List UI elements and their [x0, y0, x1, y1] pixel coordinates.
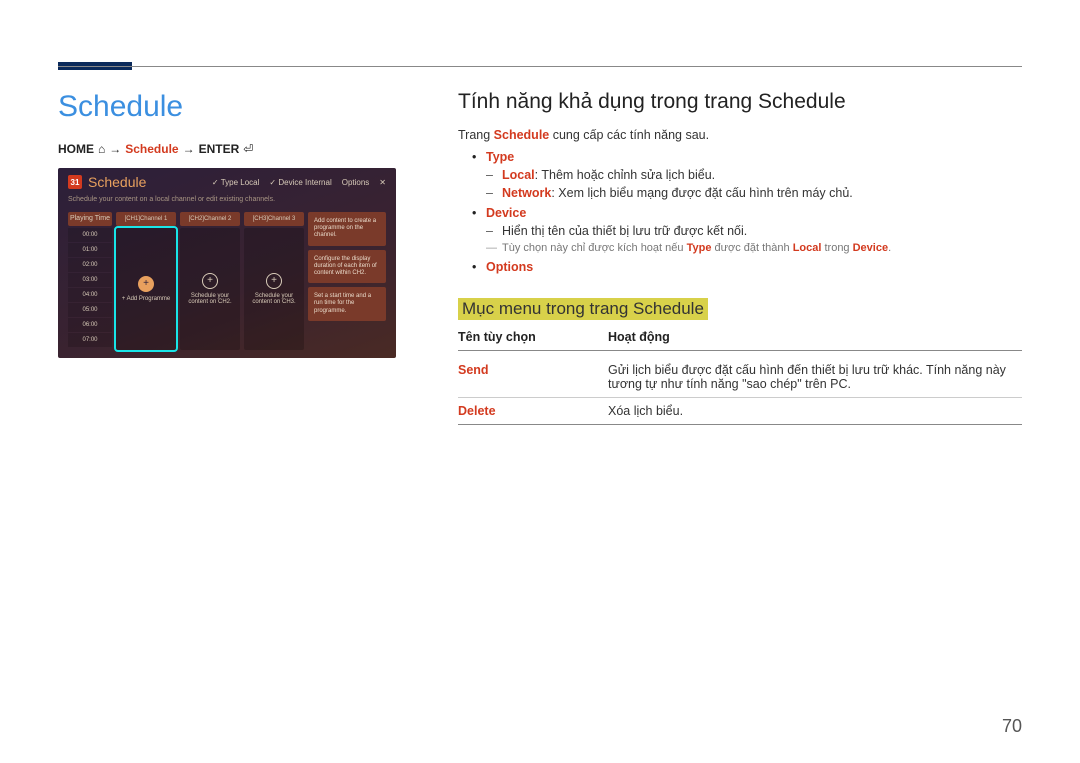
- plus-icon: +: [138, 276, 154, 292]
- network-text: : Xem lịch biểu mạng được đặt cấu hình t…: [551, 186, 852, 200]
- note-device: Device: [853, 242, 888, 254]
- feature-device-line: Hiển thị tên của thiết bị lưu trữ được k…: [486, 224, 1022, 238]
- note-pre: Tùy chọn này chỉ được kích hoạt nếu: [502, 242, 687, 254]
- th-option-name: Tên tùy chọn: [458, 330, 608, 344]
- feature-options-name: Options: [486, 260, 533, 274]
- ss-title: Schedule: [88, 174, 146, 190]
- row-send-name: Send: [458, 363, 608, 391]
- intro-post: cung cấp các tính năng sau.: [549, 128, 709, 142]
- ss-options: Options: [342, 178, 370, 187]
- note-mid: được đặt thành: [711, 242, 792, 254]
- page-number: 70: [1002, 716, 1022, 737]
- breadcrumb-arrow-1: →: [109, 142, 121, 156]
- table-row: Send Gửi lịch biểu được đặt cấu hình đến…: [458, 357, 1022, 398]
- breadcrumb-enter: ENTER: [199, 142, 240, 156]
- intro-keyword: Schedule: [494, 128, 550, 142]
- ss-top-controls: ✓ Type Local ✓ Device Internal Options ✕: [212, 178, 386, 187]
- page-content: Schedule HOME ⌂ → Schedule → ENTER ⏎ 31 …: [0, 0, 1080, 425]
- ch3-header: [CH3]Channel 3: [244, 212, 304, 226]
- ch1-label: + Add Programme: [122, 296, 171, 302]
- schedule-screenshot: 31 Schedule ✓ Type Local ✓ Device Intern…: [58, 168, 396, 358]
- breadcrumb-schedule: Schedule: [125, 142, 178, 156]
- note-end: .: [888, 242, 891, 254]
- time-row: 06:00: [68, 318, 112, 332]
- ss-type-value: Local: [240, 178, 259, 187]
- enter-icon: ⏎: [243, 142, 253, 156]
- page-title: Schedule: [58, 90, 398, 124]
- home-icon: ⌂: [98, 142, 105, 156]
- playing-time-header: Playing Time: [68, 212, 112, 226]
- time-row: 00:00: [68, 228, 112, 242]
- features-heading: Tính năng khả dụng trong trang Schedule: [458, 90, 1022, 114]
- local-text: : Thêm hoặc chỉnh sửa lịch biểu.: [535, 168, 715, 182]
- breadcrumb: HOME ⌂ → Schedule → ENTER ⏎: [58, 142, 398, 156]
- network-kw: Network: [502, 186, 551, 200]
- ch1-body[interactable]: + + Add Programme: [116, 228, 176, 350]
- header-rule: [58, 66, 1022, 67]
- ss-device-label: Device: [278, 178, 302, 187]
- ch2-label: Schedule your content on CH2.: [184, 293, 236, 305]
- feature-list: Type Local: Thêm hoặc chỉnh sửa lịch biể…: [458, 150, 1022, 274]
- ss-type-label: Type: [221, 178, 238, 187]
- ss-subtitle: Schedule your content on a local channel…: [58, 196, 396, 207]
- calendar-icon: 31: [68, 175, 82, 189]
- time-row: 04:00: [68, 288, 112, 302]
- close-icon: ✕: [379, 178, 386, 187]
- ss-device-value: Internal: [305, 178, 332, 187]
- side-card-3: Set a start time and a run time for the …: [308, 287, 386, 321]
- row-delete-desc: Xóa lịch biểu.: [608, 404, 1022, 418]
- breadcrumb-home: HOME: [58, 142, 94, 156]
- left-column: Schedule HOME ⌂ → Schedule → ENTER ⏎ 31 …: [58, 90, 398, 425]
- table-head: Tên tùy chọn Hoạt động: [458, 330, 1022, 351]
- side-card-2: Configure the display duration of each i…: [308, 250, 386, 284]
- ch2-header: [CH2]Channel 2: [180, 212, 240, 226]
- feature-device-name: Device: [486, 206, 526, 220]
- intro-pre: Trang: [458, 128, 494, 142]
- feature-device: Device Hiển thị tên của thiết bị lưu trữ…: [458, 206, 1022, 254]
- side-card-1: Add content to create a programme on the…: [308, 212, 386, 246]
- ch3-label: Schedule your content on CH3.: [248, 293, 300, 305]
- breadcrumb-arrow-2: →: [183, 142, 195, 156]
- time-row: 03:00: [68, 273, 112, 287]
- time-row: 05:00: [68, 303, 112, 317]
- plus-icon: +: [202, 273, 218, 289]
- ch3-body[interactable]: + Schedule your content on CH3.: [244, 228, 304, 350]
- feature-type-local: Local: Thêm hoặc chỉnh sửa lịch biểu.: [486, 168, 1022, 182]
- feature-type-name: Type: [486, 150, 514, 164]
- time-row: 07:00: [68, 333, 112, 347]
- intro-line: Trang Schedule cung cấp các tính năng sa…: [458, 128, 1022, 142]
- table-row: Delete Xóa lịch biểu.: [458, 398, 1022, 425]
- ch1-header: [CH1]Channel 1: [116, 212, 176, 226]
- feature-type-network: Network: Xem lịch biểu mạng được đặt cấu…: [486, 186, 1022, 200]
- time-row: 01:00: [68, 243, 112, 257]
- ch2-body[interactable]: + Schedule your content on CH2.: [180, 228, 240, 350]
- note-type: Type: [687, 242, 712, 254]
- time-row: 02:00: [68, 258, 112, 272]
- th-action: Hoạt động: [608, 330, 1022, 344]
- feature-type: Type Local: Thêm hoặc chỉnh sửa lịch biể…: [458, 150, 1022, 200]
- note-in: trong: [821, 242, 852, 254]
- right-column: Tính năng khả dụng trong trang Schedule …: [458, 90, 1022, 425]
- feature-options: Options: [458, 260, 1022, 274]
- menu-items-heading: Mục menu trong trang Schedule: [458, 298, 708, 320]
- plus-icon: +: [266, 273, 282, 289]
- feature-device-note: Tùy chọn này chỉ được kích hoạt nếu Type…: [486, 242, 1022, 254]
- row-send-desc: Gửi lịch biểu được đặt cấu hình đến thiế…: [608, 363, 1022, 391]
- local-kw: Local: [502, 168, 535, 182]
- note-local: Local: [793, 242, 822, 254]
- row-delete-name: Delete: [458, 404, 608, 418]
- menu-table: Tên tùy chọn Hoạt động Send Gửi lịch biể…: [458, 330, 1022, 425]
